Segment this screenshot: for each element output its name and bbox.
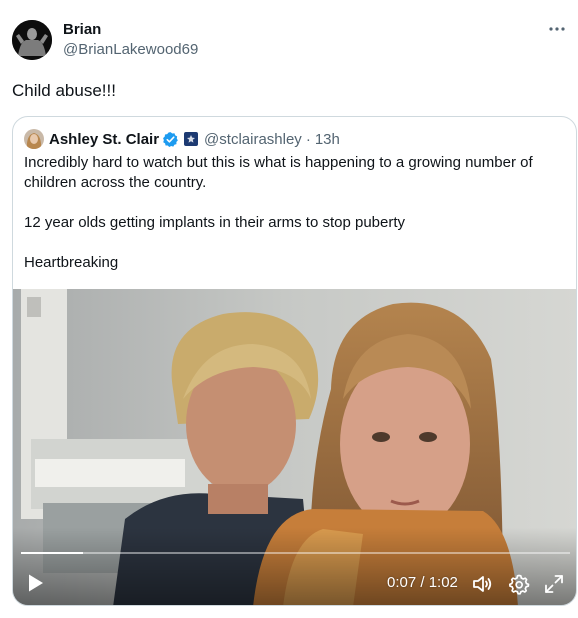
- video-player[interactable]: 0:07 / 1:02: [13, 289, 576, 605]
- more-options-icon[interactable]: [546, 20, 568, 38]
- video-progress-fill: [21, 552, 84, 554]
- play-icon[interactable]: [23, 571, 47, 595]
- volume-icon[interactable]: [471, 573, 493, 595]
- author-names: Brian @BrianLakewood69: [63, 20, 198, 60]
- quoted-handle[interactable]: @stclairashley: [204, 131, 302, 148]
- verified-badge-icon: [163, 131, 178, 147]
- quoted-display-name[interactable]: Ashley St. Clair: [49, 131, 159, 148]
- separator-dot: ·: [305, 130, 311, 148]
- author-avatar[interactable]: [12, 20, 52, 60]
- fullscreen-icon[interactable]: [543, 573, 565, 595]
- quoted-timestamp[interactable]: 13h: [315, 131, 340, 148]
- quoted-body: Incredibly hard to watch but this is wha…: [24, 153, 564, 273]
- settings-icon[interactable]: [508, 573, 530, 595]
- quoted-header: Ashley St. Clair @stclairashley · 13h: [24, 128, 340, 150]
- video-time: 0:07 / 1:02: [387, 574, 458, 591]
- video-progress-bar[interactable]: [21, 552, 570, 554]
- tweet: Brian @BrianLakewood69 Child abuse!!! As…: [0, 0, 578, 618]
- quoted-paragraph: 12 year olds getting implants in their a…: [24, 214, 406, 231]
- quoted-avatar[interactable]: [24, 129, 44, 149]
- author-handle[interactable]: @BrianLakewood69: [63, 40, 198, 60]
- video-frame: [13, 289, 576, 605]
- affiliate-badge-icon: [184, 132, 199, 146]
- quoted-paragraph: Heartbreaking: [24, 254, 119, 271]
- author-display-name[interactable]: Brian: [63, 20, 198, 40]
- tweet-header: Brian @BrianLakewood69: [12, 18, 568, 62]
- quoted-tweet[interactable]: Ashley St. Clair @stclairashley · 13h In…: [12, 116, 577, 606]
- tweet-text: Child abuse!!!: [12, 81, 116, 100]
- quoted-paragraph: Incredibly hard to watch but this is wha…: [24, 154, 533, 191]
- video-controls: 0:07 / 1:02: [13, 565, 576, 601]
